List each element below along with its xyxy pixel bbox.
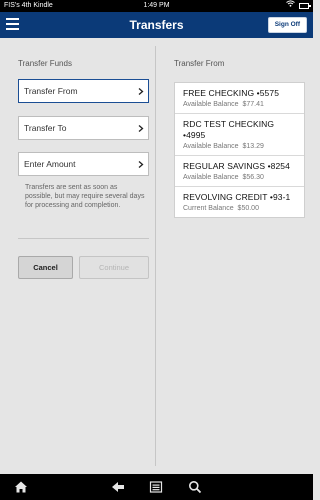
balance-label: Available Balance	[183, 143, 239, 150]
balance-label: Available Balance	[183, 101, 239, 108]
continue-button[interactable]: Continue	[79, 256, 149, 279]
enter-amount-label: Enter Amount	[24, 159, 76, 169]
transfer-from-label: Transfer From	[24, 86, 78, 96]
account-name: REGULAR SAVINGS •8254	[183, 161, 290, 171]
status-bar: FIS's 4th Kindle 1:49 PM	[0, 0, 313, 12]
divider	[18, 238, 149, 239]
page-title: Transfers	[129, 18, 184, 32]
transfer-form-panel: Transfer Funds Transfer From Transfer To…	[8, 46, 156, 466]
account-item[interactable]: REGULAR SAVINGS •8254 Available Balance …	[175, 156, 304, 187]
cancel-button[interactable]: Cancel	[18, 256, 73, 279]
account-name: RDC TEST CHECKING •4995	[183, 119, 275, 140]
system-icons	[286, 0, 311, 12]
balance-amount: $50.00	[237, 205, 259, 212]
account-list: FREE CHECKING •5575 Available Balance $7…	[174, 82, 305, 218]
home-icon[interactable]	[14, 480, 28, 494]
system-nav-bar	[0, 474, 313, 500]
chevron-right-icon	[138, 161, 144, 168]
transfer-from-field[interactable]: Transfer From	[18, 79, 149, 103]
back-icon[interactable]	[111, 480, 125, 494]
chevron-right-icon	[138, 125, 144, 132]
transfer-note: Transfers are sent as soon as possible, …	[25, 184, 145, 209]
accounts-panel: Transfer From FREE CHECKING •5575 Availa…	[157, 46, 313, 466]
account-item[interactable]: FREE CHECKING •5575 Available Balance $7…	[175, 83, 304, 114]
transfer-from-heading: Transfer From	[174, 59, 225, 68]
clock: 1:49 PM	[143, 2, 170, 9]
balance-amount: $56.30	[242, 174, 264, 181]
transfer-to-label: Transfer To	[24, 123, 67, 133]
account-balance: Available Balance $13.29	[183, 142, 296, 151]
chevron-right-icon	[138, 88, 144, 95]
hamburger-menu-icon[interactable]	[6, 18, 19, 32]
app-bar: Transfers Sign Off	[0, 12, 313, 38]
account-balance: Current Balance $50.00	[183, 204, 296, 213]
balance-amount: $77.41	[242, 101, 264, 108]
sign-off-button[interactable]: Sign Off	[267, 17, 307, 33]
transfer-to-field[interactable]: Transfer To	[18, 116, 149, 140]
account-item[interactable]: RDC TEST CHECKING •4995 Available Balanc…	[175, 114, 304, 156]
wifi-icon	[286, 0, 295, 12]
balance-label: Available Balance	[183, 174, 239, 181]
account-name: REVOLVING CREDIT •93-1	[183, 192, 291, 202]
account-name: FREE CHECKING •5575	[183, 88, 280, 98]
account-balance: Available Balance $56.30	[183, 173, 296, 182]
menu-icon[interactable]	[149, 480, 163, 494]
balance-amount: $13.29	[242, 143, 264, 150]
account-balance: Available Balance $77.41	[183, 100, 296, 109]
enter-amount-field[interactable]: Enter Amount	[18, 152, 149, 176]
transfer-funds-heading: Transfer Funds	[18, 59, 72, 68]
search-icon[interactable]	[188, 480, 202, 494]
account-item[interactable]: REVOLVING CREDIT •93-1 Current Balance $…	[175, 187, 304, 217]
balance-label: Current Balance	[183, 205, 234, 212]
battery-icon	[299, 3, 311, 9]
